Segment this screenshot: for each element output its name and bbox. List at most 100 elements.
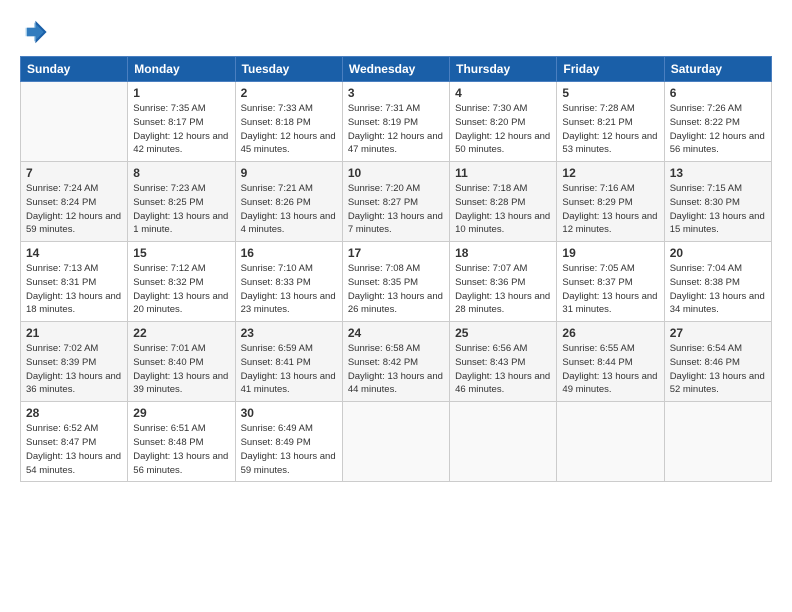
calendar-cell: 4 Sunrise: 7:30 AMSunset: 8:20 PMDaylight… <box>450 82 557 162</box>
day-info: Sunrise: 7:01 AMSunset: 8:40 PMDaylight:… <box>133 342 229 397</box>
weekday-header-saturday: Saturday <box>664 57 771 82</box>
calendar-cell: 1 Sunrise: 7:35 AMSunset: 8:17 PMDaylight… <box>128 82 235 162</box>
calendar-cell: 12 Sunrise: 7:16 AMSunset: 8:29 PMDayligh… <box>557 162 664 242</box>
calendar-cell: 28 Sunrise: 6:52 AMSunset: 8:47 PMDayligh… <box>21 402 128 482</box>
day-number: 4 <box>455 86 551 100</box>
header <box>20 18 772 46</box>
calendar-cell: 11 Sunrise: 7:18 AMSunset: 8:28 PMDayligh… <box>450 162 557 242</box>
calendar-cell: 25Sunrise: 6:56 AMSunset: 8:43 PMDayligh… <box>450 322 557 402</box>
calendar-cell: 24 Sunrise: 6:58 AMSunset: 8:42 PMDayligh… <box>342 322 449 402</box>
calendar-cell: 10 Sunrise: 7:20 AMSunset: 8:27 PMDayligh… <box>342 162 449 242</box>
calendar-cell: 16 Sunrise: 7:10 AMSunset: 8:33 PMDayligh… <box>235 242 342 322</box>
calendar-week-row: 28 Sunrise: 6:52 AMSunset: 8:47 PMDayligh… <box>21 402 772 482</box>
day-number: 6 <box>670 86 766 100</box>
calendar-cell: 27 Sunrise: 6:54 AMSunset: 8:46 PMDayligh… <box>664 322 771 402</box>
logo-icon <box>20 18 48 46</box>
day-number: 16 <box>241 246 337 260</box>
calendar-cell: 21 Sunrise: 7:02 AMSunset: 8:39 PMDayligh… <box>21 322 128 402</box>
day-number: 24 <box>348 326 444 340</box>
calendar-cell: 2 Sunrise: 7:33 AMSunset: 8:18 PMDaylight… <box>235 82 342 162</box>
calendar-table: SundayMondayTuesdayWednesdayThursdayFrid… <box>20 56 772 482</box>
day-number: 26 <box>562 326 658 340</box>
calendar-cell: 17Sunrise: 7:08 AMSunset: 8:35 PMDayligh… <box>342 242 449 322</box>
day-number: 2 <box>241 86 337 100</box>
calendar-cell: 6Sunrise: 7:26 AMSunset: 8:22 PMDaylight… <box>664 82 771 162</box>
day-number: 19 <box>562 246 658 260</box>
day-info: Sunrise: 7:16 AMSunset: 8:29 PMDaylight:… <box>562 182 658 237</box>
day-info: Sunrise: 7:10 AMSunset: 8:33 PMDaylight:… <box>241 262 337 317</box>
calendar-cell: 3 Sunrise: 7:31 AMSunset: 8:19 PMDaylight… <box>342 82 449 162</box>
calendar-cell: 7Sunrise: 7:24 AMSunset: 8:24 PMDaylight… <box>21 162 128 242</box>
calendar-cell: 19 Sunrise: 7:05 AMSunset: 8:37 PMDayligh… <box>557 242 664 322</box>
day-number: 30 <box>241 406 337 420</box>
day-info: Sunrise: 7:33 AMSunset: 8:18 PMDaylight:… <box>241 102 337 157</box>
day-number: 23 <box>241 326 337 340</box>
calendar-week-row: 1 Sunrise: 7:35 AMSunset: 8:17 PMDaylight… <box>21 82 772 162</box>
day-number: 27 <box>670 326 766 340</box>
weekday-header-row: SundayMondayTuesdayWednesdayThursdayFrid… <box>21 57 772 82</box>
calendar-cell: 30Sunrise: 6:49 AMSunset: 8:49 PMDayligh… <box>235 402 342 482</box>
day-number: 28 <box>26 406 122 420</box>
day-number: 9 <box>241 166 337 180</box>
day-info: Sunrise: 7:04 AMSunset: 8:38 PMDaylight:… <box>670 262 766 317</box>
calendar-week-row: 14 Sunrise: 7:13 AMSunset: 8:31 PMDayligh… <box>21 242 772 322</box>
day-number: 10 <box>348 166 444 180</box>
day-info: Sunrise: 6:58 AMSunset: 8:42 PMDaylight:… <box>348 342 444 397</box>
day-info: Sunrise: 7:20 AMSunset: 8:27 PMDaylight:… <box>348 182 444 237</box>
day-number: 22 <box>133 326 229 340</box>
day-info: Sunrise: 7:35 AMSunset: 8:17 PMDaylight:… <box>133 102 229 157</box>
day-number: 29 <box>133 406 229 420</box>
calendar-cell: 29Sunrise: 6:51 AMSunset: 8:48 PMDayligh… <box>128 402 235 482</box>
day-info: Sunrise: 6:52 AMSunset: 8:47 PMDaylight:… <box>26 422 122 477</box>
day-number: 21 <box>26 326 122 340</box>
day-number: 15 <box>133 246 229 260</box>
day-info: Sunrise: 7:21 AMSunset: 8:26 PMDaylight:… <box>241 182 337 237</box>
day-info: Sunrise: 7:08 AMSunset: 8:35 PMDaylight:… <box>348 262 444 317</box>
calendar-cell <box>342 402 449 482</box>
day-number: 14 <box>26 246 122 260</box>
calendar-cell: 13 Sunrise: 7:15 AMSunset: 8:30 PMDayligh… <box>664 162 771 242</box>
day-number: 12 <box>562 166 658 180</box>
day-number: 13 <box>670 166 766 180</box>
day-info: Sunrise: 7:05 AMSunset: 8:37 PMDaylight:… <box>562 262 658 317</box>
logo <box>20 18 52 46</box>
day-info: Sunrise: 6:56 AMSunset: 8:43 PMDaylight:… <box>455 342 551 397</box>
calendar-cell: 5Sunrise: 7:28 AMSunset: 8:21 PMDaylight… <box>557 82 664 162</box>
day-info: Sunrise: 7:02 AMSunset: 8:39 PMDaylight:… <box>26 342 122 397</box>
calendar-week-row: 21 Sunrise: 7:02 AMSunset: 8:39 PMDayligh… <box>21 322 772 402</box>
calendar-cell <box>450 402 557 482</box>
day-info: Sunrise: 7:31 AMSunset: 8:19 PMDaylight:… <box>348 102 444 157</box>
day-info: Sunrise: 7:18 AMSunset: 8:28 PMDaylight:… <box>455 182 551 237</box>
calendar-cell: 26 Sunrise: 6:55 AMSunset: 8:44 PMDayligh… <box>557 322 664 402</box>
day-info: Sunrise: 7:15 AMSunset: 8:30 PMDaylight:… <box>670 182 766 237</box>
day-number: 18 <box>455 246 551 260</box>
day-info: Sunrise: 7:30 AMSunset: 8:20 PMDaylight:… <box>455 102 551 157</box>
calendar-cell: 20 Sunrise: 7:04 AMSunset: 8:38 PMDayligh… <box>664 242 771 322</box>
weekday-header-thursday: Thursday <box>450 57 557 82</box>
day-info: Sunrise: 6:54 AMSunset: 8:46 PMDaylight:… <box>670 342 766 397</box>
page: SundayMondayTuesdayWednesdayThursdayFrid… <box>0 0 792 612</box>
weekday-header-sunday: Sunday <box>21 57 128 82</box>
weekday-header-friday: Friday <box>557 57 664 82</box>
day-number: 20 <box>670 246 766 260</box>
day-info: Sunrise: 6:55 AMSunset: 8:44 PMDaylight:… <box>562 342 658 397</box>
calendar-cell <box>664 402 771 482</box>
calendar-cell: 22 Sunrise: 7:01 AMSunset: 8:40 PMDayligh… <box>128 322 235 402</box>
calendar-cell: 14 Sunrise: 7:13 AMSunset: 8:31 PMDayligh… <box>21 242 128 322</box>
calendar-cell: 8Sunrise: 7:23 AMSunset: 8:25 PMDaylight… <box>128 162 235 242</box>
weekday-header-monday: Monday <box>128 57 235 82</box>
day-info: Sunrise: 7:07 AMSunset: 8:36 PMDaylight:… <box>455 262 551 317</box>
calendar-cell <box>21 82 128 162</box>
day-number: 11 <box>455 166 551 180</box>
day-info: Sunrise: 7:13 AMSunset: 8:31 PMDaylight:… <box>26 262 122 317</box>
day-number: 7 <box>26 166 122 180</box>
calendar-cell: 15Sunrise: 7:12 AMSunset: 8:32 PMDayligh… <box>128 242 235 322</box>
day-number: 1 <box>133 86 229 100</box>
day-info: Sunrise: 7:28 AMSunset: 8:21 PMDaylight:… <box>562 102 658 157</box>
calendar-week-row: 7Sunrise: 7:24 AMSunset: 8:24 PMDaylight… <box>21 162 772 242</box>
weekday-header-wednesday: Wednesday <box>342 57 449 82</box>
calendar-cell: 9 Sunrise: 7:21 AMSunset: 8:26 PMDaylight… <box>235 162 342 242</box>
day-number: 3 <box>348 86 444 100</box>
weekday-header-tuesday: Tuesday <box>235 57 342 82</box>
calendar-cell: 23Sunrise: 6:59 AMSunset: 8:41 PMDayligh… <box>235 322 342 402</box>
